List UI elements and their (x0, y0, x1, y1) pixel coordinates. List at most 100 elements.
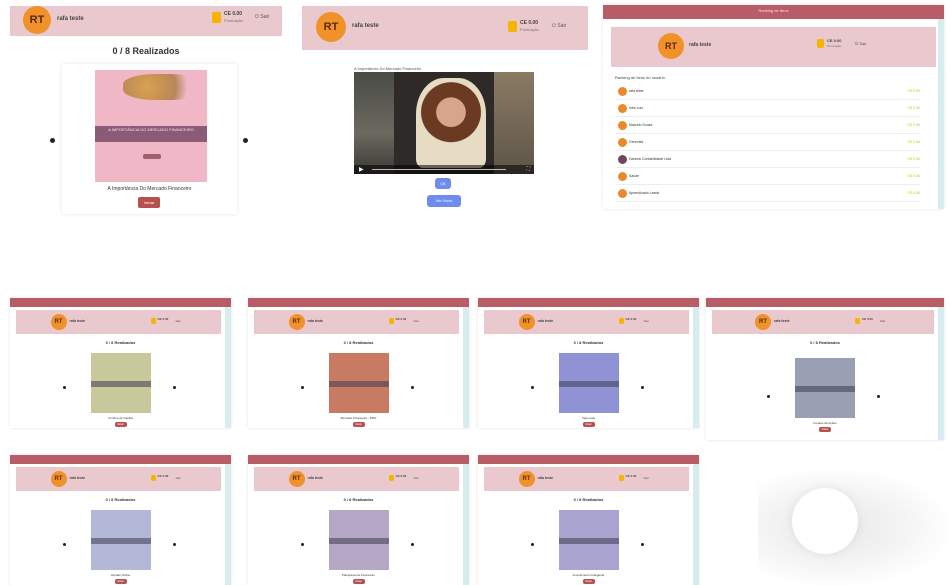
start-button[interactable]: Iniciar (352, 578, 365, 584)
points-label: Pontuação (224, 18, 244, 23)
logout-label: Sair (260, 14, 270, 20)
rank-avatar (618, 155, 627, 164)
scrollbar[interactable] (225, 307, 231, 428)
user-name: rafa teste (774, 319, 790, 323)
coin-icon (212, 12, 221, 23)
coin-icon (388, 475, 394, 481)
scrollbar[interactable] (225, 464, 231, 585)
course-thumbnail[interactable] (558, 352, 619, 413)
course-caption: A Importância Do Mercado Financeiro (107, 186, 192, 192)
progress-counter: 0 / 8 Realizados (112, 46, 180, 56)
course-thumbnail[interactable] (558, 509, 619, 570)
rank-value: CE 0.00 (907, 89, 920, 93)
user-name: rafa teste (537, 319, 554, 323)
progress-counter: 0 / 8 Realizados (343, 340, 374, 345)
course-thumbnail[interactable] (328, 509, 389, 570)
carousel-prev-button[interactable] (62, 543, 66, 547)
video-player[interactable]: ▶ ⛶ (354, 72, 534, 174)
avatar: RT (518, 314, 535, 330)
banner-strip (90, 537, 151, 544)
scrollbar[interactable] (463, 464, 469, 585)
logout-button[interactable]: ⏻ Sair (255, 14, 269, 20)
start-button[interactable]: Iniciar (819, 426, 831, 432)
video-progress-bar[interactable] (372, 169, 506, 170)
logout-button[interactable]: Sair (414, 476, 419, 480)
logout-button[interactable]: Sair (176, 319, 181, 323)
ranking-row[interactable]: rafa teste CE 0.00 (615, 85, 920, 100)
app-header (248, 455, 469, 464)
rank-name: Inês Luiz (629, 106, 644, 110)
play-icon[interactable]: ▶ (359, 166, 364, 173)
carousel-prev-button[interactable] (530, 386, 534, 390)
avatar: RT (50, 314, 67, 330)
scrollbar[interactable] (938, 19, 944, 209)
carousel-next-button[interactable] (172, 543, 176, 547)
carousel-next-button[interactable] (410, 386, 414, 390)
coin-icon (817, 39, 824, 48)
fullscreen-icon[interactable]: ⛶ (526, 166, 530, 172)
scrollbar[interactable] (693, 464, 699, 585)
course-thumbnail[interactable] (90, 509, 151, 570)
course-thumbnail[interactable] (90, 352, 151, 413)
start-button[interactable]: Iniciar (582, 421, 595, 427)
ranking-row[interactable]: Daniela Contabilidade Ltda CE 0.00 (615, 153, 920, 168)
video-title: A Importância Do Mercado Financeiro (354, 66, 422, 71)
logout-button[interactable]: Sair (644, 476, 649, 480)
logout-button[interactable]: Sair (880, 319, 885, 323)
start-button[interactable]: Iniciar (138, 197, 160, 208)
coin-icon (855, 318, 860, 324)
ranking-row[interactable]: Aprendizado Leads CE 0.00 (615, 187, 920, 202)
coin-icon (150, 475, 156, 481)
progress-counter: 0 / 8 Realizados (810, 340, 840, 345)
course-thumbnail[interactable] (328, 352, 389, 413)
ranking-row[interactable]: Gerentes CE 0.00 (615, 136, 920, 151)
ranking-row[interactable]: Saúde CE 0.00 (615, 170, 920, 185)
user-name: rafa teste (69, 476, 86, 480)
user-name: rafa teste (69, 319, 86, 323)
course-card[interactable]: A IMPORTÂNCIA DO MERCADO FINANCEIRO A Im… (62, 64, 237, 214)
carousel-prev-button[interactable] (300, 543, 304, 547)
coins-illustration (123, 74, 203, 100)
ranking-row[interactable]: Inês Luiz CE 0.00 (615, 102, 920, 117)
points-label: Pontuação (520, 27, 540, 32)
carousel-next-button[interactable] (243, 138, 248, 143)
ranking-row[interactable]: Marcelo Souza CE 0.00 (615, 119, 920, 134)
points-value: CE 0.00 (395, 317, 407, 321)
logout-button[interactable]: Sair (644, 319, 649, 323)
logout-button[interactable]: ⏻ Sair (855, 41, 866, 46)
rank-value: CE 0.00 (907, 157, 920, 161)
scrollbar[interactable] (693, 307, 699, 428)
start-button[interactable]: Iniciar (114, 421, 127, 427)
start-button[interactable]: Iniciar (582, 578, 595, 584)
rank-value: CE 0.00 (907, 123, 920, 127)
ok-button[interactable]: Ok (435, 178, 451, 189)
start-button[interactable]: Iniciar (114, 578, 127, 584)
ranking-list-title: Ranking de Itens do usuário (615, 75, 665, 80)
profile-header (16, 467, 221, 491)
secondary-button[interactable]: Ver Novo (427, 195, 461, 207)
start-button[interactable]: Iniciar (352, 421, 365, 427)
carousel-next-button[interactable] (640, 543, 644, 547)
carousel-prev-button[interactable] (50, 138, 55, 143)
carousel-next-button[interactable] (410, 543, 414, 547)
logout-button[interactable]: ⏻ Sair (552, 23, 566, 29)
carousel-next-button[interactable] (877, 394, 880, 398)
panel-course-screen: RT rafa teste CE 0.00 Sair 0 / 8 Realiza… (478, 298, 699, 428)
avatar: RT (23, 6, 51, 34)
video-controls[interactable]: ▶ ⛶ (354, 165, 534, 174)
carousel-next-button[interactable] (640, 386, 644, 390)
carousel-prev-button[interactable] (62, 386, 66, 390)
progress-counter: 0 / 8 Realizados (105, 340, 136, 345)
avatar: RT (316, 12, 346, 42)
carousel-prev-button[interactable] (767, 394, 770, 398)
carousel-prev-button[interactable] (300, 386, 304, 390)
course-caption: Mercado Financeiro - PRO (340, 415, 377, 420)
logout-button[interactable]: Sair (176, 476, 181, 480)
course-caption: Veja mais (581, 415, 595, 420)
coin-icon (618, 475, 624, 481)
carousel-prev-button[interactable] (530, 543, 534, 547)
carousel-next-button[interactable] (172, 386, 176, 390)
logout-button[interactable]: Sair (414, 319, 419, 323)
course-thumbnail[interactable] (795, 357, 855, 418)
scrollbar[interactable] (463, 307, 469, 428)
